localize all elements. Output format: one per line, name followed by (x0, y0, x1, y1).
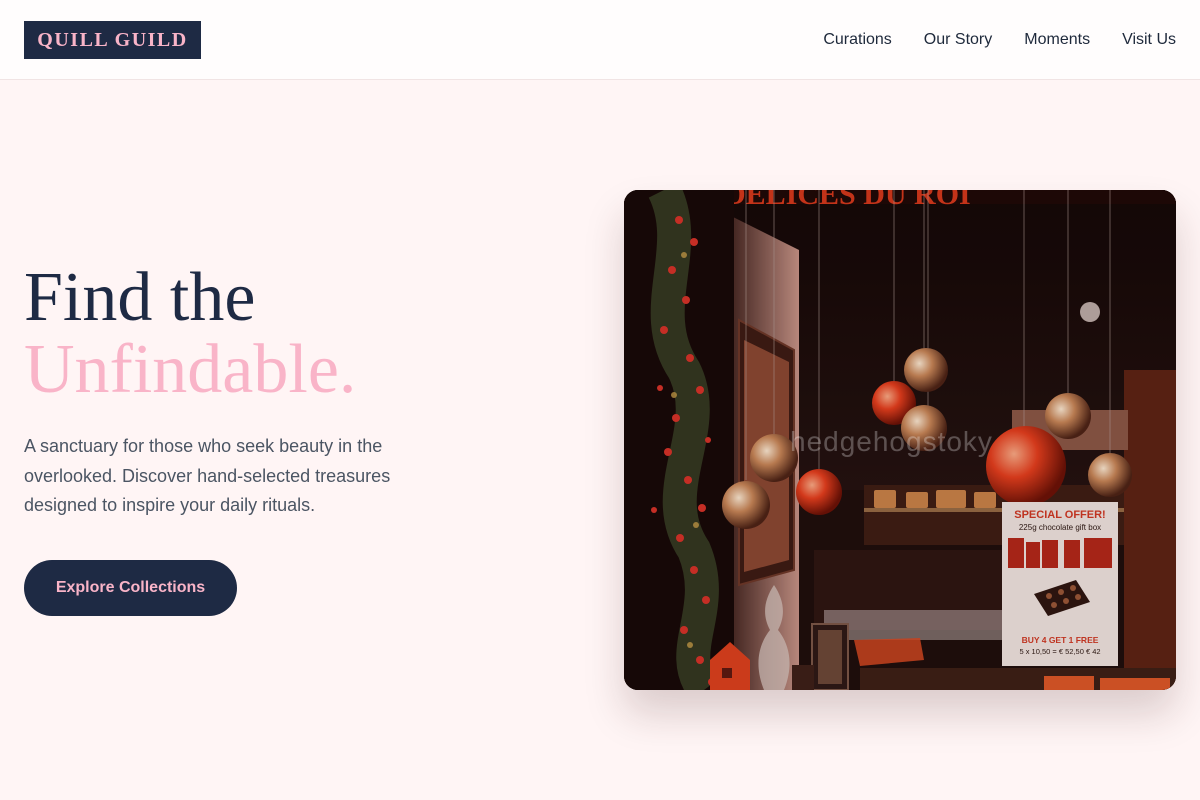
nav-link-our-story[interactable]: Our Story (924, 31, 992, 49)
hero-photo: DELICES DU ROI SPECIAL OFFER! 225g choco… (624, 190, 1176, 690)
nav-link-moments[interactable]: Moments (1024, 31, 1090, 49)
hero-subtitle: A sanctuary for those who seek beauty in… (24, 436, 391, 515)
nav-link-curations[interactable]: Curations (823, 31, 891, 49)
hero-title: Find the Unfindable. (24, 262, 564, 406)
hero-title-line2: Unfindable. (24, 331, 357, 408)
hero-title-line1: Find the (24, 259, 256, 336)
site-header: QUILL GUILD Curations Our Story Moments … (0, 0, 1200, 80)
brand-logo[interactable]: QUILL GUILD (24, 21, 201, 59)
main-nav: Curations Our Story Moments Visit Us (823, 0, 1176, 80)
image-watermark: hedgehogstoky (790, 426, 993, 457)
nav-link-visit-us[interactable]: Visit Us (1122, 31, 1176, 49)
explore-collections-button[interactable]: Explore Collections (24, 560, 237, 616)
